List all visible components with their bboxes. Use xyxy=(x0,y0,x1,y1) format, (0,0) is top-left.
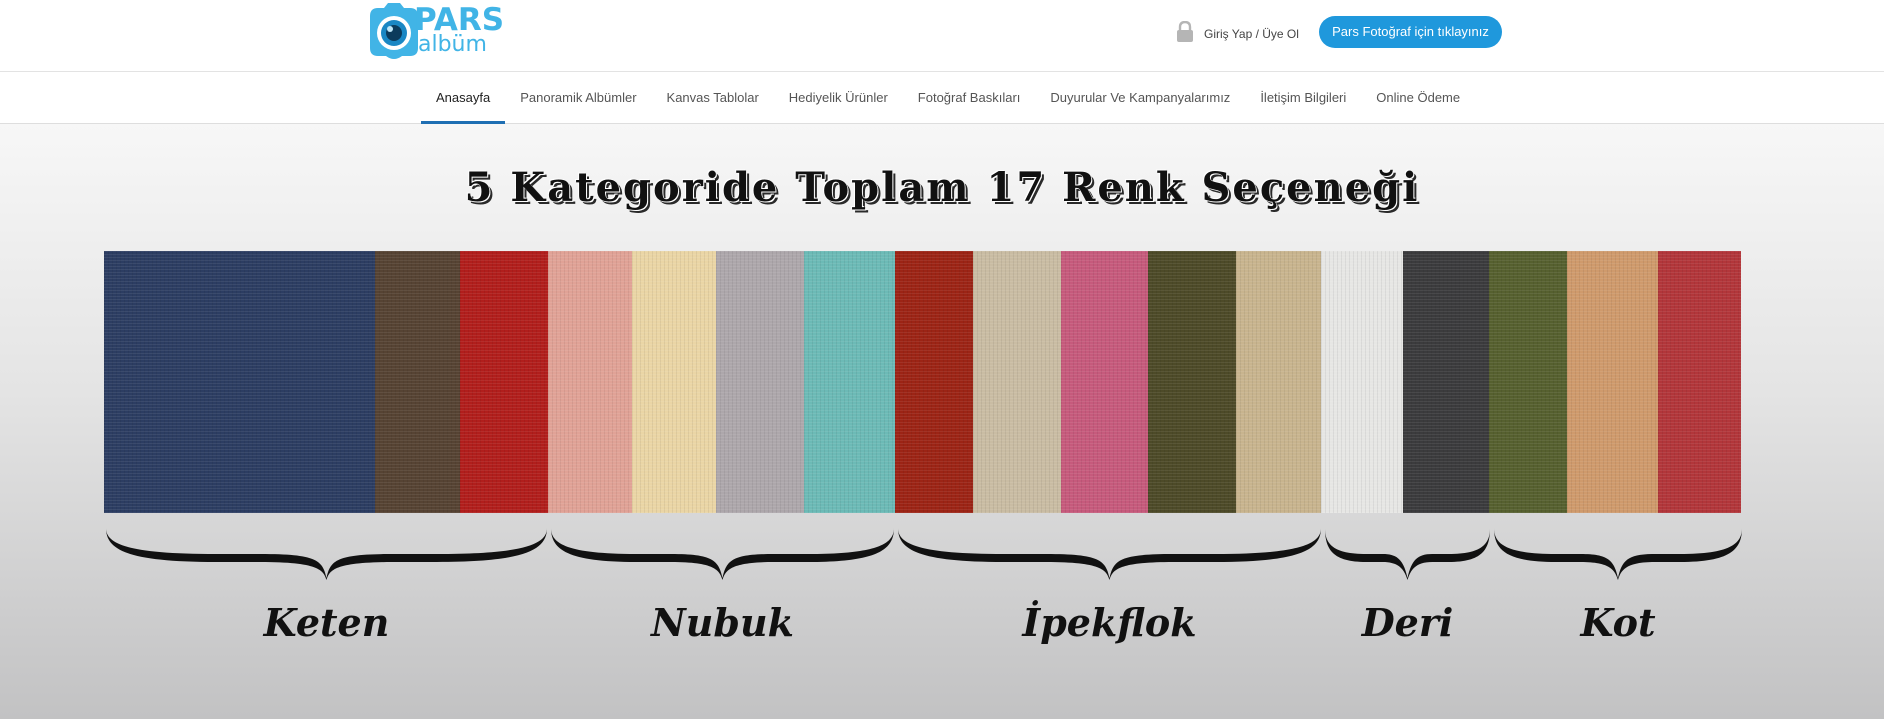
hero-banner: 5 Kategoride Toplam 17 Renk Seçeneği Ket… xyxy=(0,124,1884,719)
color-swatch xyxy=(374,251,461,513)
category-label: Kot xyxy=(1580,600,1656,645)
color-swatch xyxy=(1148,251,1236,513)
color-swatch xyxy=(460,251,549,513)
color-swatch xyxy=(973,251,1062,513)
banner-title: 5 Kategoride Toplam 17 Renk Seçeneği xyxy=(464,164,1420,211)
category-braces xyxy=(106,528,1742,580)
pars-photo-button[interactable]: Pars Fotoğraf için tıklayınız xyxy=(1319,16,1502,48)
category-brace xyxy=(1325,528,1490,580)
login-label: Giriş Yap / Üye Ol xyxy=(1204,27,1299,41)
category-brace xyxy=(106,528,547,580)
nav-item[interactable]: Fotoğraf Baskıları xyxy=(903,73,1036,124)
nav-list: Anasayfa Panoramik Albümler Kanvas Tablola… xyxy=(421,73,1475,124)
color-swatch xyxy=(1489,251,1568,513)
color-swatch xyxy=(715,251,804,513)
color-swatch xyxy=(1061,251,1149,513)
color-swatch xyxy=(548,251,633,513)
category-brace xyxy=(898,528,1321,580)
color-swatch xyxy=(1235,251,1321,513)
color-swatch xyxy=(1320,251,1403,513)
nav-item[interactable]: Duyurular Ve Kampanyalarımız xyxy=(1035,73,1245,124)
category-label: Keten xyxy=(263,600,390,645)
color-swatches xyxy=(104,251,1741,513)
category-label: İpekflok xyxy=(1022,600,1197,645)
login-link[interactable]: Giriş Yap / Üye Ol xyxy=(1175,20,1299,44)
color-swatch xyxy=(1567,251,1659,513)
nav-item[interactable]: Panoramik Albümler xyxy=(505,73,651,124)
color-swatch xyxy=(1658,251,1741,513)
nav-item[interactable]: Kanvas Tablolar xyxy=(652,73,774,124)
category-label: Deri xyxy=(1361,600,1454,645)
nav-item[interactable]: İletişim Bilgileri xyxy=(1245,73,1361,124)
color-swatch xyxy=(104,251,375,513)
nav-item[interactable]: Anasayfa xyxy=(421,73,506,124)
main-nav: Anasayfa Panoramik Albümler Kanvas Tablola… xyxy=(0,73,1884,124)
color-swatch xyxy=(803,251,895,513)
nav-item[interactable]: Hediyelik Ürünler xyxy=(774,73,903,124)
category-brace xyxy=(551,528,894,580)
color-swatch xyxy=(632,251,716,513)
color-swatch xyxy=(1402,251,1490,513)
logo-link[interactable]: PARS albüm xyxy=(360,0,504,64)
logo-subtext: albüm xyxy=(418,32,487,57)
lock-icon xyxy=(1177,21,1193,42)
category-label: Nubuk xyxy=(651,600,794,645)
nav-item[interactable]: Online Ödeme xyxy=(1361,73,1475,124)
site-header: PARS albüm Giriş Yap / Üye Ol Pars Fotoğ… xyxy=(0,0,1884,72)
category-brace xyxy=(1494,528,1742,580)
color-swatch xyxy=(894,251,974,513)
